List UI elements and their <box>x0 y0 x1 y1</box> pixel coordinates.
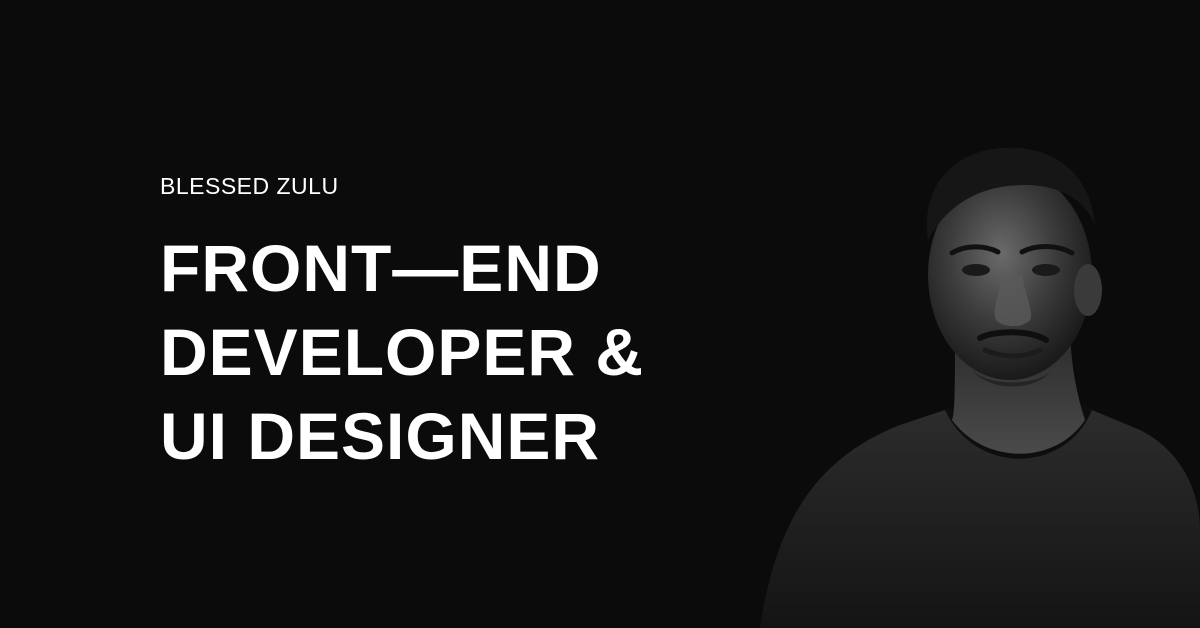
intro-text: BLESSED ZULU FRONT—END DEVELOPER & UI DE… <box>160 168 644 478</box>
left-eye <box>962 264 990 276</box>
job-title-line-2: DEVELOPER & <box>160 315 645 389</box>
profile-card: BLESSED ZULU FRONT—END DEVELOPER & UI DE… <box>0 0 1200 628</box>
portrait-photo <box>760 147 1200 628</box>
job-title-line-1: FRONT—END <box>160 231 602 305</box>
right-eye <box>1032 264 1060 276</box>
person-name: BLESSED ZULU <box>160 173 339 199</box>
job-title-line-3: UI DESIGNER <box>160 399 601 473</box>
ear <box>1074 264 1102 316</box>
job-title: FRONT—END DEVELOPER & UI DESIGNER <box>160 226 644 478</box>
